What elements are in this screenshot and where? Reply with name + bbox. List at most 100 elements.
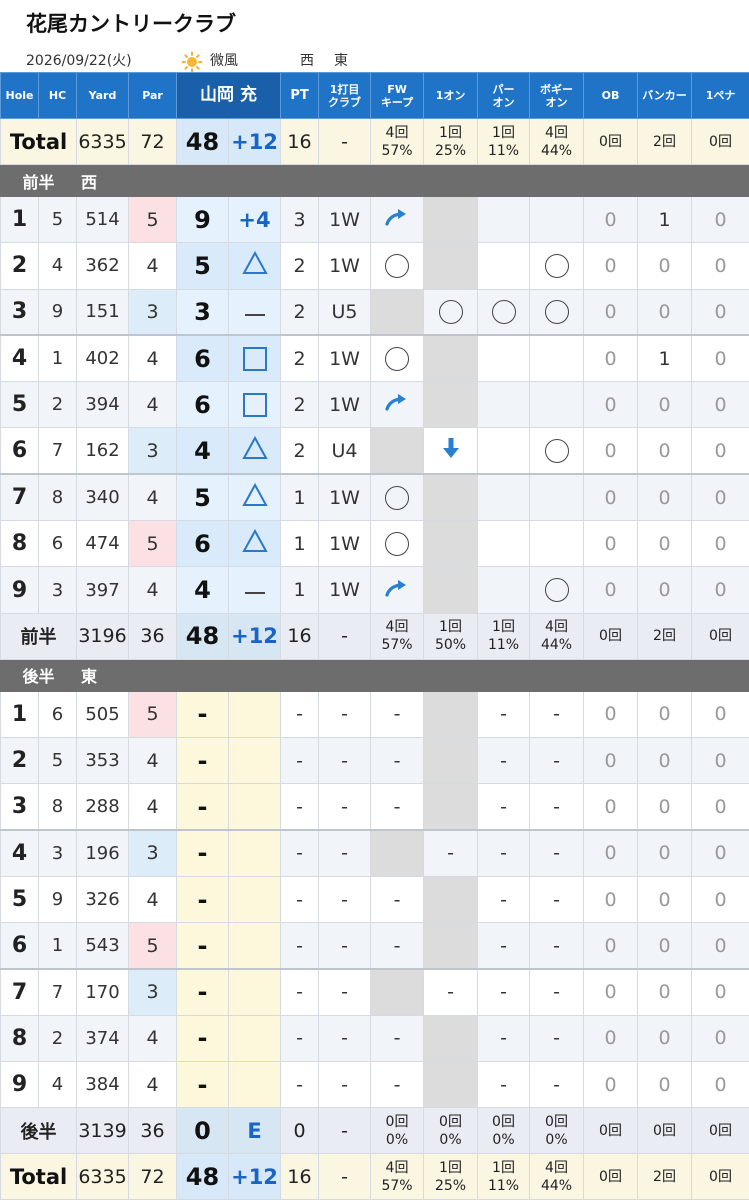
hole-fw-keep[interactable] — [370, 427, 425, 475]
hole-par[interactable]: 4 — [128, 736, 177, 785]
hole-one-on[interactable] — [423, 566, 479, 614]
hole-pt[interactable]: 3 — [280, 195, 320, 244]
hole-ob[interactable]: 0 — [583, 566, 639, 614]
hole-penalty[interactable]: 0 — [691, 566, 749, 614]
hole-bogey-on[interactable] — [529, 427, 585, 475]
hole-par[interactable]: 4 — [128, 1014, 177, 1063]
hole-bunker[interactable]: 0 — [637, 690, 693, 738]
hole-bunker[interactable]: 1 — [637, 334, 693, 383]
hole-bogey-on[interactable] — [529, 288, 585, 336]
hole-penalty[interactable]: 0 — [691, 875, 749, 924]
hole-bunker[interactable]: 0 — [637, 520, 693, 568]
hole-par-on[interactable]: - — [477, 1014, 531, 1063]
hole-pt[interactable]: - — [280, 1014, 320, 1063]
col-player[interactable]: 山岡 充 — [175, 72, 282, 119]
hole-pt[interactable]: - — [280, 829, 320, 877]
hole-par[interactable]: 5 — [128, 195, 177, 244]
hole-par[interactable]: 5 — [128, 690, 177, 738]
hole-score[interactable]: 3 — [176, 288, 229, 336]
hole-bogey-on[interactable]: - — [529, 783, 585, 831]
hole-bogey-on[interactable]: - — [529, 1014, 585, 1063]
hole-par[interactable]: 3 — [128, 967, 177, 1016]
hole-par-on[interactable]: - — [477, 736, 531, 785]
hole-penalty[interactable]: 0 — [691, 473, 749, 522]
hole-pt[interactable]: - — [280, 783, 320, 831]
hole-ob[interactable]: 0 — [583, 334, 639, 383]
hole-ob[interactable]: 0 — [583, 473, 639, 522]
hole-ob[interactable]: 0 — [583, 967, 639, 1016]
hole-par-on[interactable] — [477, 473, 531, 522]
hole-club[interactable]: 1W — [318, 381, 372, 429]
hole-par-on[interactable]: - — [477, 829, 531, 877]
hole-pt[interactable]: - — [280, 690, 320, 738]
hole-ob[interactable]: 0 — [583, 1014, 639, 1063]
hole-penalty[interactable]: 0 — [691, 967, 749, 1016]
hole-pt[interactable]: 1 — [280, 566, 320, 614]
hole-par-on[interactable]: - — [477, 875, 531, 924]
hole-one-on[interactable] — [423, 520, 479, 568]
hole-bogey-on[interactable]: - — [529, 736, 585, 785]
hole-pt[interactable]: - — [280, 967, 320, 1016]
hole-par[interactable]: 4 — [128, 334, 177, 383]
hole-bogey-on[interactable] — [529, 473, 585, 522]
hole-club[interactable]: 1W — [318, 242, 372, 290]
hole-ob[interactable]: 0 — [583, 520, 639, 568]
hole-penalty[interactable]: 0 — [691, 520, 749, 568]
hole-one-on[interactable] — [423, 288, 479, 336]
hole-score[interactable]: 6 — [176, 520, 229, 568]
hole-par[interactable]: 4 — [128, 1061, 177, 1109]
hole-bunker[interactable]: 0 — [637, 736, 693, 785]
hole-par[interactable]: 4 — [128, 783, 177, 831]
hole-bunker[interactable]: 0 — [637, 922, 693, 970]
hole-pt[interactable]: 1 — [280, 520, 320, 568]
hole-par-on[interactable] — [477, 288, 531, 336]
hole-score[interactable]: 4 — [176, 566, 229, 614]
hole-par-on[interactable]: - — [477, 783, 531, 831]
hole-penalty[interactable]: 0 — [691, 922, 749, 970]
hole-club[interactable]: U4 — [318, 427, 372, 475]
hole-bunker[interactable]: 0 — [637, 829, 693, 877]
hole-penalty[interactable]: 0 — [691, 1061, 749, 1109]
hole-club[interactable]: U5 — [318, 288, 372, 336]
hole-score[interactable]: - — [176, 783, 229, 831]
hole-par[interactable]: 3 — [128, 427, 177, 475]
hole-fw-keep[interactable] — [370, 829, 425, 877]
hole-score[interactable]: - — [176, 829, 229, 877]
hole-ob[interactable]: 0 — [583, 736, 639, 785]
hole-ob[interactable]: 0 — [583, 427, 639, 475]
hole-fw-keep[interactable] — [370, 381, 425, 429]
hole-fw-keep[interactable] — [370, 566, 425, 614]
hole-par[interactable]: 4 — [128, 875, 177, 924]
hole-ob[interactable]: 0 — [583, 195, 639, 244]
hole-bunker[interactable]: 0 — [637, 1061, 693, 1109]
hole-pt[interactable]: - — [280, 1061, 320, 1109]
hole-par[interactable]: 4 — [128, 242, 177, 290]
hole-par-on[interactable] — [477, 566, 531, 614]
hole-ob[interactable]: 0 — [583, 288, 639, 336]
hole-bunker[interactable]: 0 — [637, 242, 693, 290]
hole-bogey-on[interactable]: - — [529, 829, 585, 877]
hole-bunker[interactable]: 1 — [637, 195, 693, 244]
hole-par-on[interactable] — [477, 242, 531, 290]
hole-score[interactable]: 4 — [176, 427, 229, 475]
hole-ob[interactable]: 0 — [583, 381, 639, 429]
hole-penalty[interactable]: 0 — [691, 829, 749, 877]
hole-one-on[interactable] — [423, 473, 479, 522]
hole-pt[interactable]: 2 — [280, 242, 320, 290]
hole-fw-keep[interactable]: - — [370, 690, 425, 738]
hole-fw-keep[interactable] — [370, 967, 425, 1016]
hole-fw-keep[interactable]: - — [370, 1061, 425, 1109]
hole-penalty[interactable]: 0 — [691, 242, 749, 290]
hole-penalty[interactable]: 0 — [691, 736, 749, 785]
hole-par[interactable]: 5 — [128, 922, 177, 970]
hole-bunker[interactable]: 0 — [637, 875, 693, 924]
hole-bogey-on[interactable] — [529, 566, 585, 614]
hole-pt[interactable]: 2 — [280, 427, 320, 475]
hole-club[interactable]: - — [318, 875, 372, 924]
hole-pt[interactable]: - — [280, 875, 320, 924]
hole-one-on[interactable] — [423, 783, 479, 831]
hole-club[interactable]: - — [318, 922, 372, 970]
hole-ob[interactable]: 0 — [583, 922, 639, 970]
hole-bogey-on[interactable] — [529, 381, 585, 429]
hole-club[interactable]: - — [318, 690, 372, 738]
